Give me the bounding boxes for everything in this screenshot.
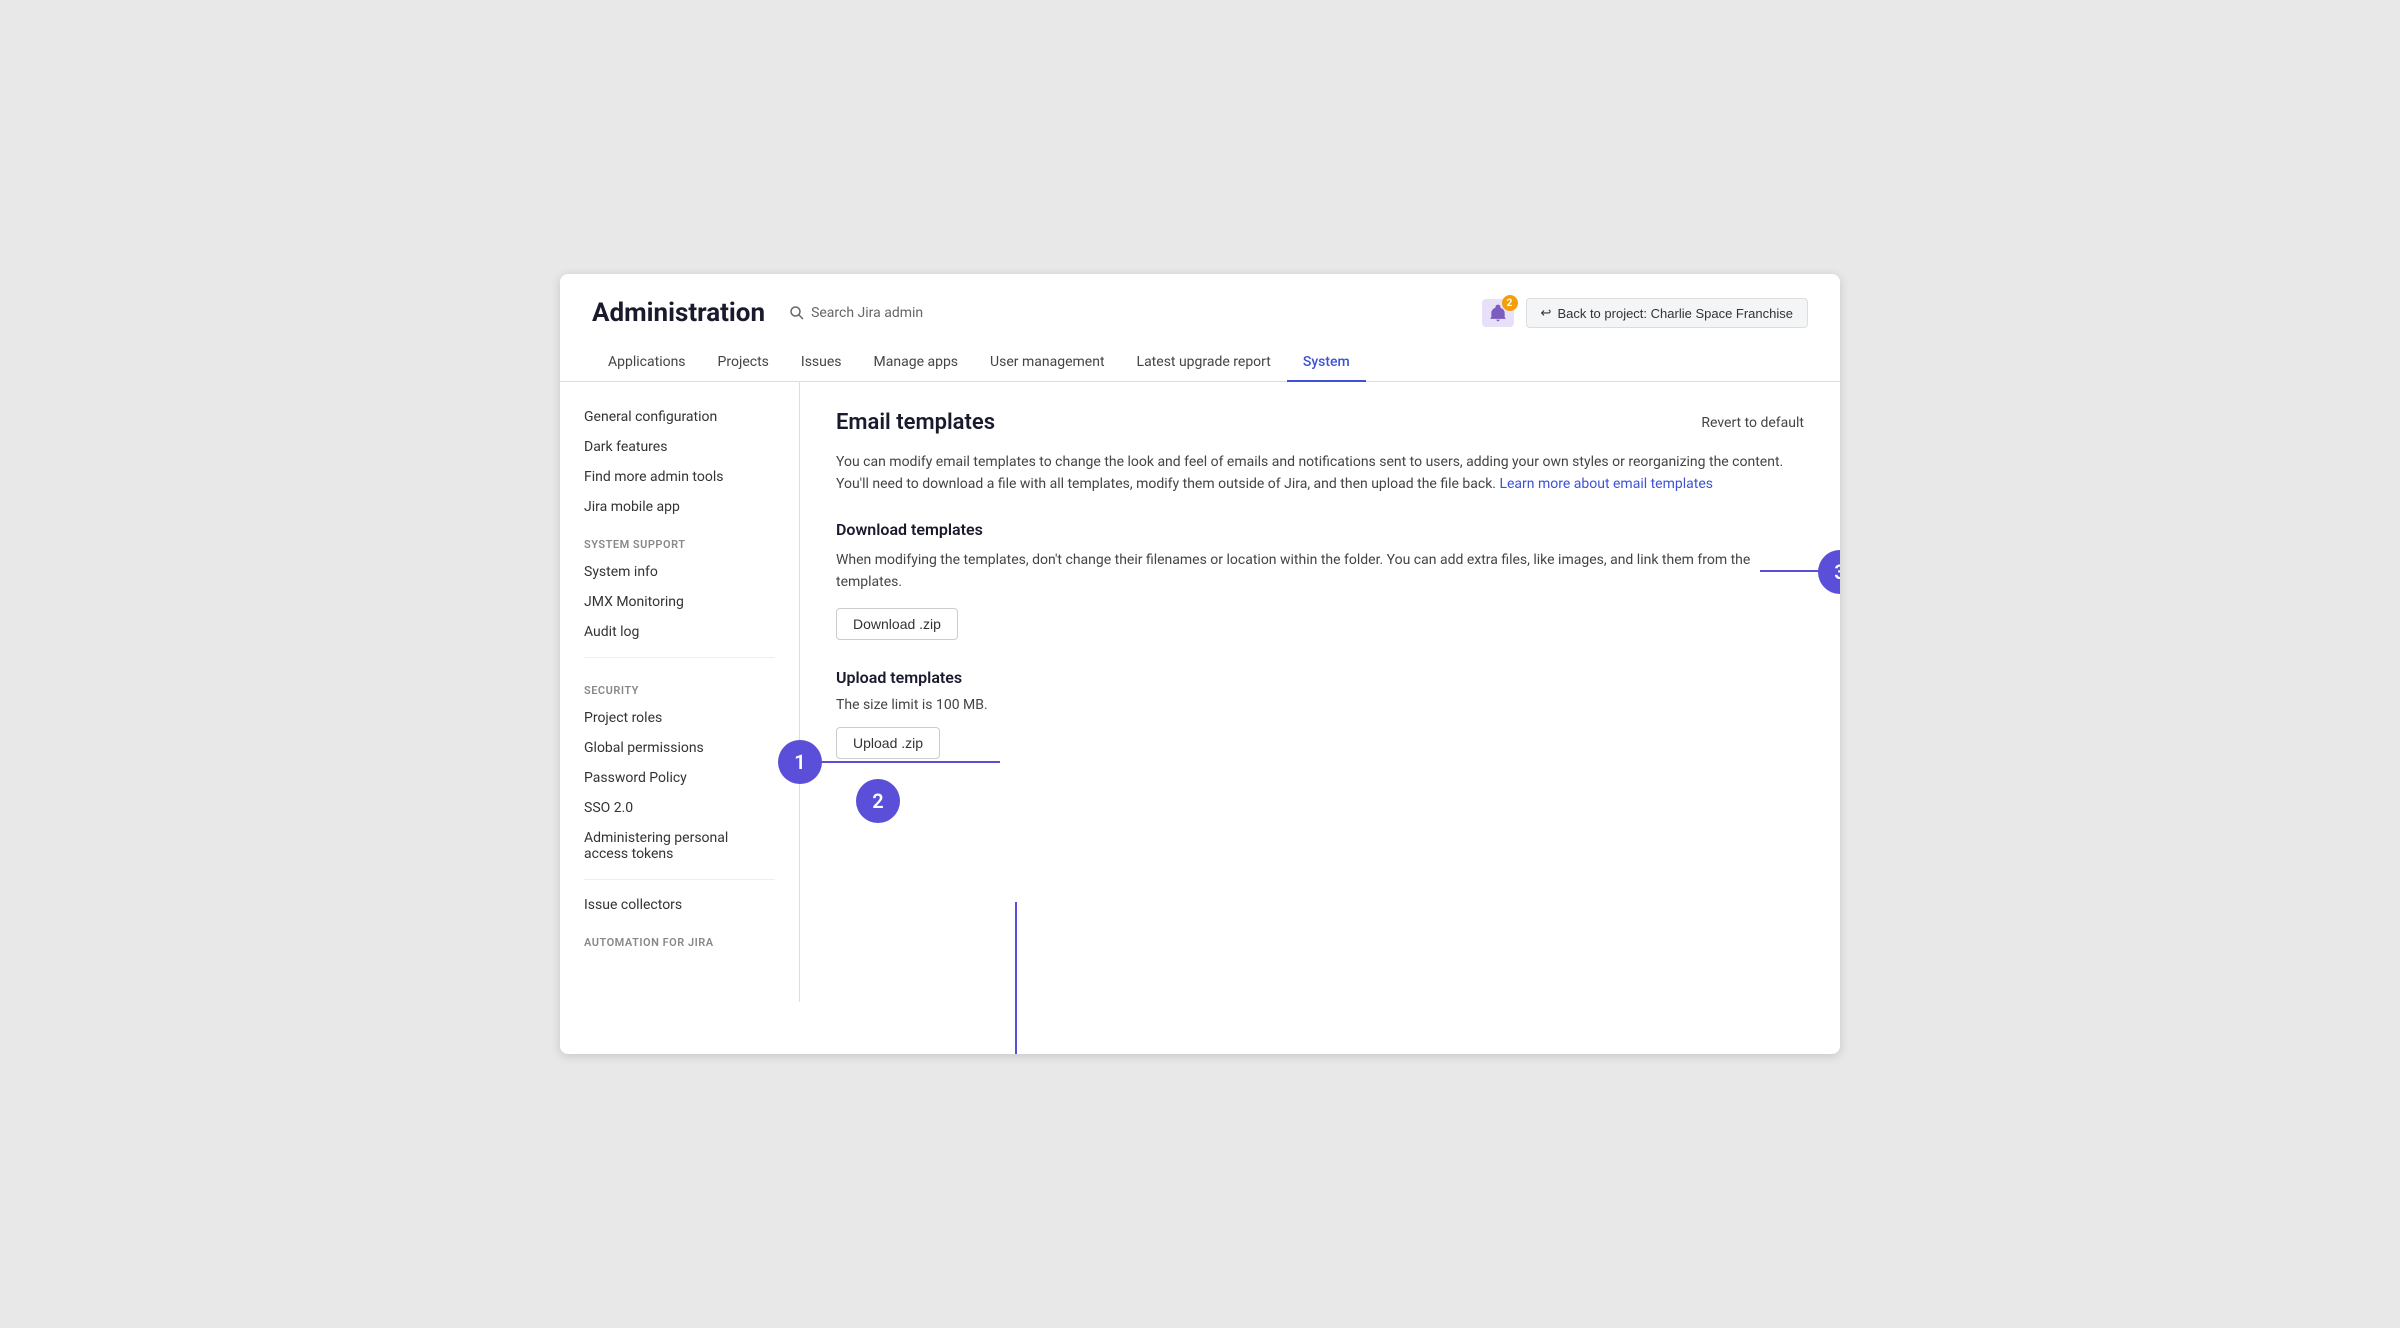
download-section: Download templates When modifying the te… [836, 520, 1804, 640]
step-1-line [800, 761, 1000, 763]
download-section-description: When modifying the templates, don't chan… [836, 549, 1804, 594]
page-title: Administration [592, 298, 765, 328]
revert-to-default-link[interactable]: Revert to default [1701, 415, 1804, 431]
sidebar-item-system-info[interactable]: System info [560, 557, 799, 587]
sidebar-divider-1 [584, 657, 775, 658]
tab-manage-apps[interactable]: Manage apps [858, 344, 975, 382]
email-templates-description: You can modify email templates to change… [836, 451, 1804, 496]
sidebar-item-sso[interactable]: SSO 2.0 [560, 793, 799, 823]
notification-container[interactable]: 2 [1482, 299, 1514, 327]
sidebar-section-system-support: SYSTEM SUPPORT [560, 522, 799, 557]
notification-icon-box: 2 [1482, 299, 1514, 327]
main-layout: General configuration Dark features Find… [560, 382, 1840, 1002]
learn-more-link[interactable]: Learn more about email templates [1499, 476, 1713, 492]
search-placeholder: Search Jira admin [811, 305, 923, 321]
back-button-label: Back to project: Charlie Space Franchise [1557, 306, 1793, 321]
sidebar-item-password-policy[interactable]: Password Policy [560, 763, 799, 793]
search-bar[interactable]: Search Jira admin [789, 305, 923, 321]
search-icon [789, 305, 805, 321]
tab-system[interactable]: System [1287, 344, 1366, 382]
tab-issues[interactable]: Issues [785, 344, 858, 382]
sidebar-item-issue-collectors[interactable]: Issue collectors [560, 890, 799, 920]
upload-section: Upload templates The size limit is 100 M… [836, 668, 1804, 759]
download-zip-button[interactable]: Download .zip [836, 608, 958, 640]
step-2-line-vertical [1015, 902, 1017, 1054]
notification-badge: 2 [1502, 295, 1518, 311]
sidebar-item-personal-access-tokens[interactable]: Administering personal access tokens [560, 823, 799, 869]
content-header: Email templates Revert to default [836, 410, 1804, 435]
sidebar-section-automation: AUTOMATION FOR JIRA [560, 920, 799, 955]
sidebar-item-dark-features[interactable]: Dark features [560, 432, 799, 462]
tab-projects[interactable]: Projects [702, 344, 785, 382]
size-limit-text: The size limit is 100 MB. [836, 697, 1804, 713]
sidebar-item-global-permissions[interactable]: Global permissions [560, 733, 799, 763]
nav-tabs: Applications Projects Issues Manage apps… [560, 344, 1840, 382]
header: Administration Search Jira admin 2 ↩ Bac… [560, 274, 1840, 344]
content-area: 1 3 Email templates Revert to default Yo… [800, 382, 1840, 1002]
sidebar-item-general-configuration[interactable]: General configuration [560, 402, 799, 432]
back-to-project-button[interactable]: ↩ Back to project: Charlie Space Franchi… [1526, 298, 1808, 328]
download-section-title: Download templates [836, 520, 1804, 539]
sidebar-item-project-roles[interactable]: Project roles [560, 703, 799, 733]
upload-section-title: Upload templates [836, 668, 1804, 687]
tab-user-management[interactable]: User management [974, 344, 1120, 382]
email-templates-title: Email templates [836, 410, 995, 435]
back-arrow-icon: ↩ [1541, 305, 1552, 321]
sidebar-item-jmx-monitoring[interactable]: JMX Monitoring [560, 587, 799, 617]
tab-applications[interactable]: Applications [592, 344, 702, 382]
sidebar-divider-2 [584, 879, 775, 880]
sidebar: General configuration Dark features Find… [560, 382, 800, 1002]
sidebar-section-security: SECURITY [560, 668, 799, 703]
step-1-circle: 1 [778, 740, 822, 784]
step-2-circle: 2 [856, 779, 900, 823]
step-3-circle: 3 [1818, 550, 1840, 594]
upload-zip-button[interactable]: Upload .zip [836, 727, 940, 759]
sidebar-item-audit-log[interactable]: Audit log [560, 617, 799, 647]
tab-latest-upgrade-report[interactable]: Latest upgrade report [1121, 344, 1287, 382]
sidebar-item-jira-mobile-app[interactable]: Jira mobile app [560, 492, 799, 522]
sidebar-item-find-admin-tools[interactable]: Find more admin tools [560, 462, 799, 492]
header-right: 2 ↩ Back to project: Charlie Space Franc… [1482, 298, 1808, 328]
